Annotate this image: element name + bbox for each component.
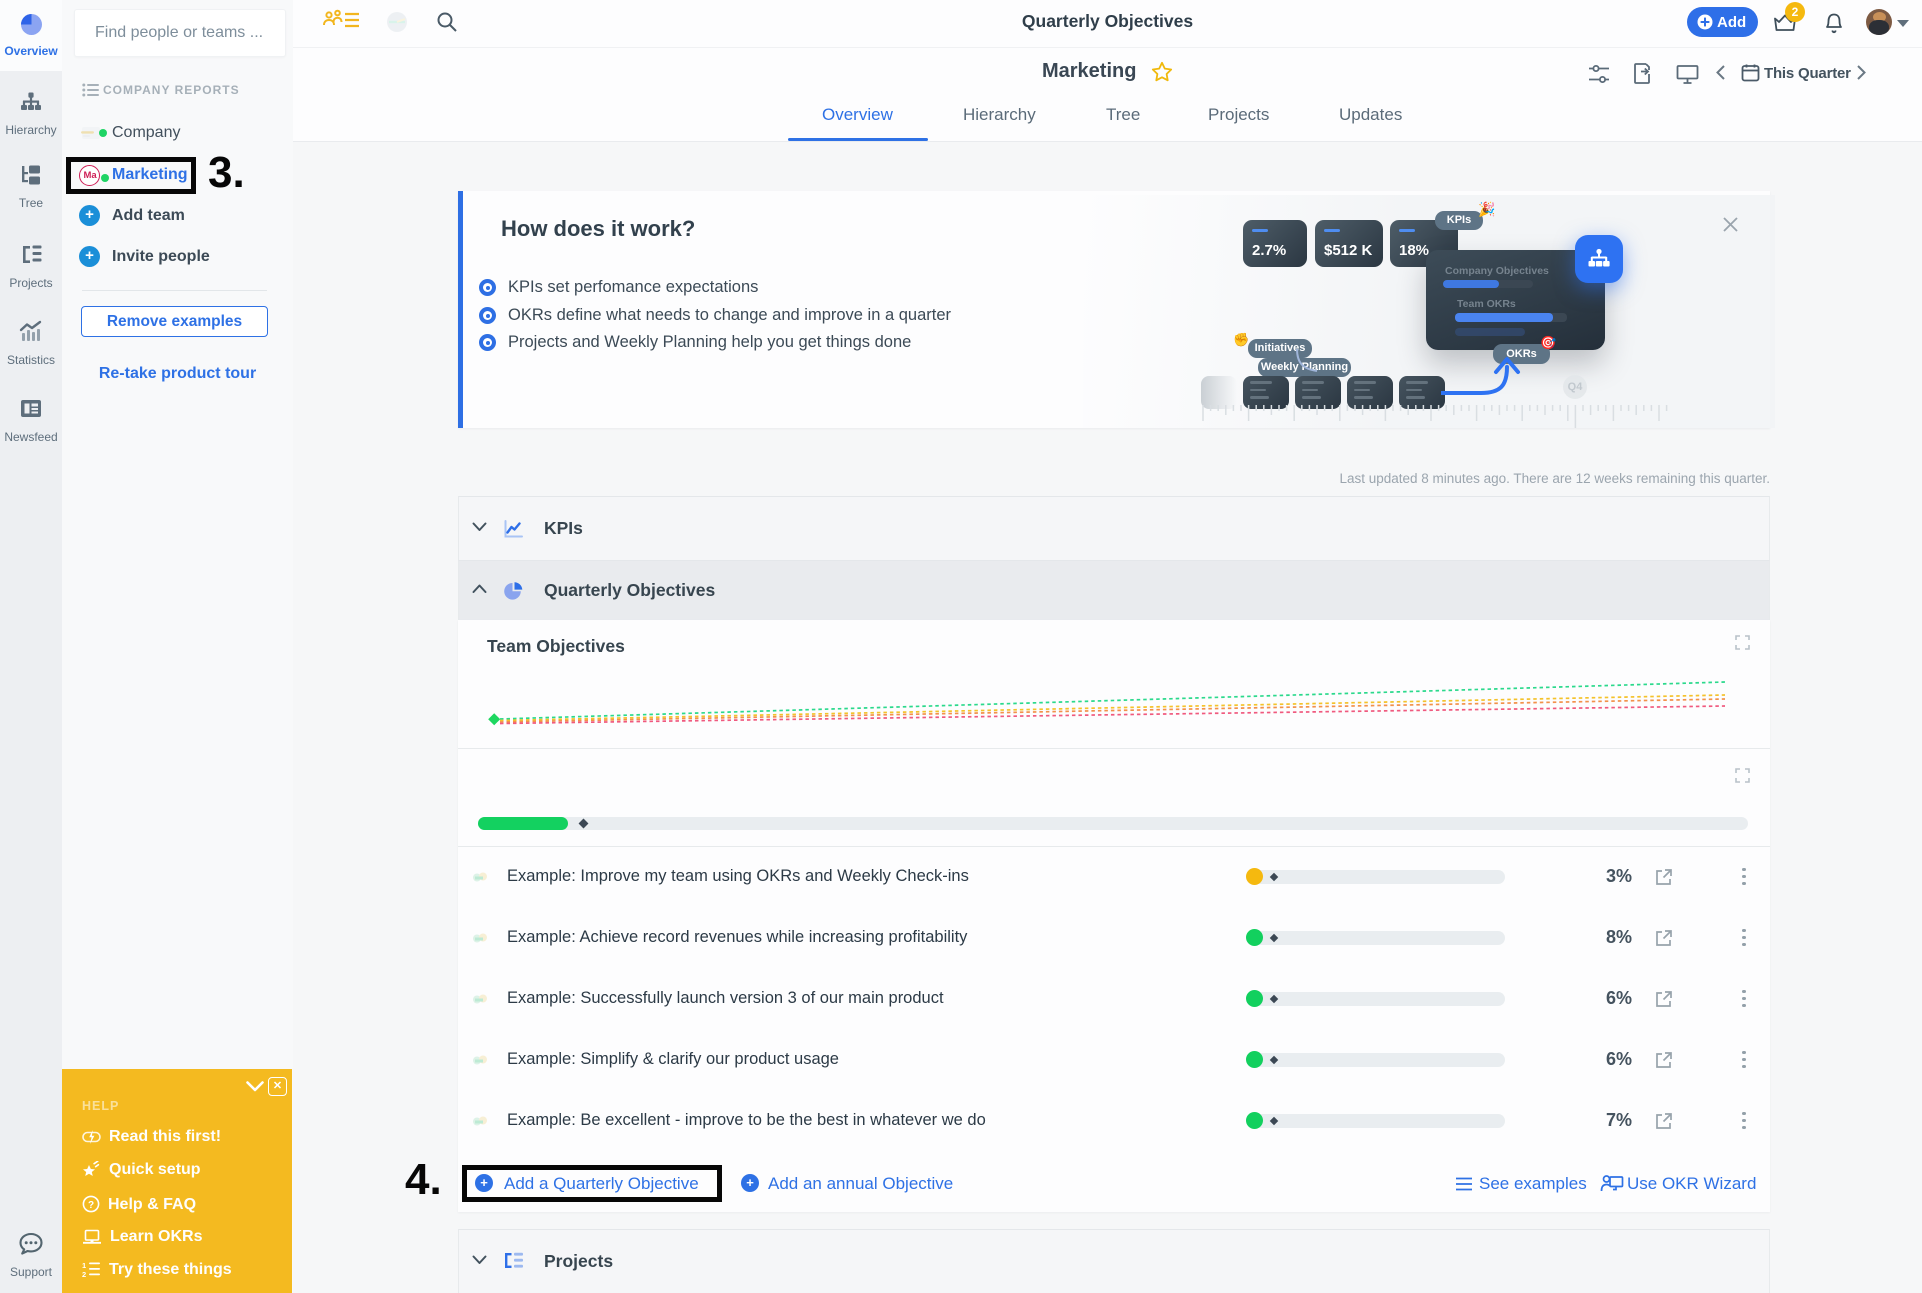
svg-text:?: ? (88, 1200, 94, 1211)
svg-text:2: 2 (82, 1270, 86, 1278)
svg-text:1: 1 (82, 1261, 86, 1270)
